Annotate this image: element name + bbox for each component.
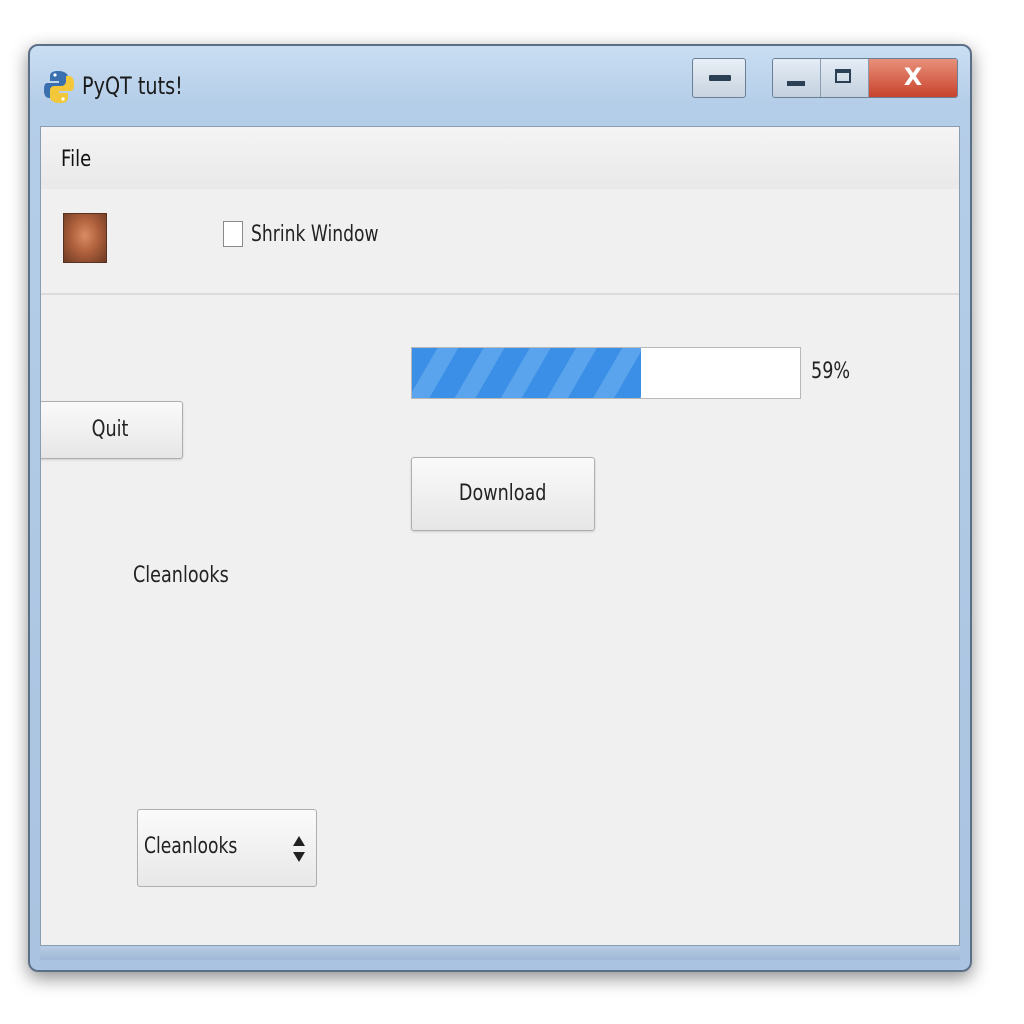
python-logo-icon [44,71,74,103]
menu-bar: File [41,127,959,190]
checkbox-label: Shrink Window [251,221,379,247]
app-window: PyQT tuts! X File Shrink Window 59% Quit… [28,44,972,972]
combo-selected-value: Cleanlooks [144,834,238,859]
maximize-icon [835,69,851,83]
window-title: PyQT tuts! [82,72,183,100]
caption-buttons: X [772,58,958,98]
progress-bar [411,347,801,399]
close-button[interactable]: X [869,59,957,97]
shrink-window-checkbox[interactable]: Shrink Window [223,221,415,247]
progress-percent: 59% [811,359,851,384]
download-button[interactable]: Download [411,457,595,531]
style-combobox[interactable]: Cleanlooks [137,809,317,887]
minimize-icon [787,81,805,86]
title-bar[interactable]: PyQT tuts! X [30,46,970,126]
quit-button-label: Quit [91,417,129,442]
close-icon: X [903,63,923,91]
progress-fill [412,348,641,398]
minimize-icon [709,75,731,81]
client-area: File Shrink Window 59% Quit Download Cle… [40,126,960,946]
menu-item-file[interactable]: File [61,147,91,172]
maximize-button[interactable] [821,59,869,97]
updown-arrows-icon [293,836,305,862]
extra-minimize-button[interactable] [692,58,746,98]
quit-button[interactable]: Quit [41,401,183,459]
checkbox-box[interactable] [223,221,243,247]
window-bottom-frame [40,946,960,960]
minimize-button[interactable] [773,59,821,97]
face-avatar-icon[interactable] [63,213,107,263]
style-label: Cleanlooks [133,563,229,588]
toolbar: Shrink Window [41,189,959,295]
download-button-label: Download [459,481,547,506]
